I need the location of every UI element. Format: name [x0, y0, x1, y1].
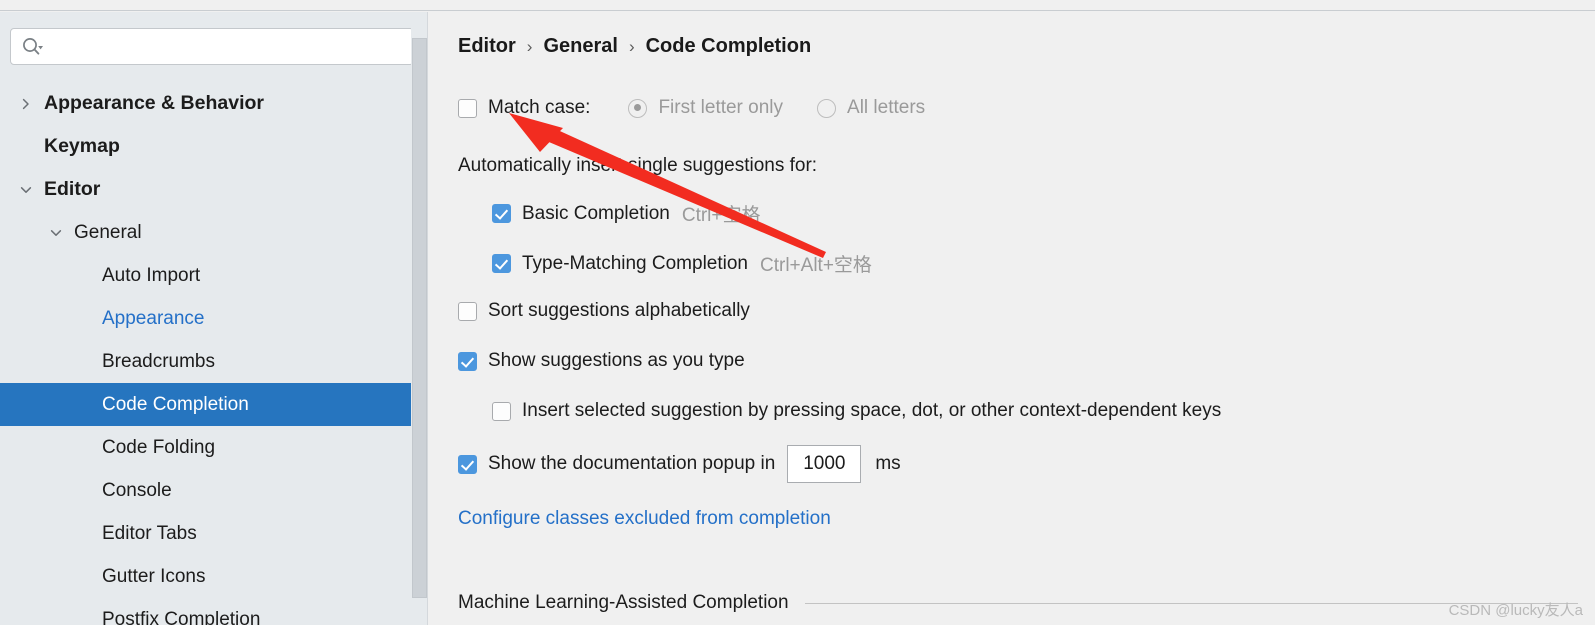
breadcrumb: Editor › General › Code Completion: [458, 35, 811, 58]
sidebar-item-label: Code Completion: [102, 393, 249, 415]
type-matching-completion-shortcut: Ctrl+Alt+空格: [760, 255, 872, 276]
radio-first-letter-only[interactable]: First letter only: [628, 97, 783, 119]
radio-all-letters-label: All letters: [847, 97, 926, 118]
doc-popup-delay-input[interactable]: [787, 445, 862, 483]
basic-completion-checkbox[interactable]: [492, 204, 511, 223]
breadcrumb-separator-2-icon: ›: [628, 36, 635, 56]
watermark: CSDN @lucky友人a: [1448, 602, 1583, 619]
sidebar-item-label: Appearance & Behavior: [44, 92, 264, 114]
settings-content-panel: Editor › General › Code Completion Match…: [428, 12, 1595, 625]
insert-selected-suggestion-row[interactable]: Insert selected suggestion by pressing s…: [492, 400, 1221, 422]
type-matching-completion-checkbox[interactable]: [492, 254, 511, 273]
sidebar-item-label: Console: [102, 479, 172, 501]
radio-first-letter-only-label: First letter only: [658, 97, 784, 118]
chevron-down-icon[interactable]: [18, 182, 34, 198]
doc-popup-checkbox[interactable]: [458, 454, 477, 474]
sidebar-item-appearance-behavior[interactable]: Appearance & Behavior: [0, 82, 428, 125]
sidebar-item-auto-import[interactable]: Auto Import: [0, 254, 428, 297]
insert-selected-suggestion-label: Insert selected suggestion by pressing s…: [522, 400, 1222, 421]
sidebar-item-code-folding[interactable]: Code Folding: [0, 426, 428, 469]
chevron-right-icon[interactable]: [18, 96, 34, 112]
type-matching-completion-label: Type-Matching Completion: [522, 252, 748, 274]
sort-alphabetically-label: Sort suggestions alphabetically: [488, 300, 750, 321]
sidebar-item-label: Breadcrumbs: [102, 350, 215, 372]
sidebar-item-label: Editor Tabs: [102, 522, 197, 544]
basic-completion-label: Basic Completion: [522, 202, 670, 224]
sidebar-item-editor-tabs[interactable]: Editor Tabs: [0, 512, 428, 555]
doc-popup-label: Show the documentation popup in: [488, 453, 776, 474]
sidebar-item-code-completion[interactable]: Code Completion: [0, 383, 428, 426]
sidebar-item-label: Appearance: [102, 307, 205, 329]
match-case-label: Match case:: [488, 97, 591, 118]
settings-sidebar: Appearance & Behavior Keymap Editor General…: [0, 12, 428, 625]
ml-section-title: Machine Learning-Assisted Completion: [458, 592, 789, 613]
chevron-down-icon[interactable]: [48, 225, 64, 241]
breadcrumb-separator-1-icon: ›: [526, 36, 533, 56]
sort-alphabetically-row[interactable]: Sort suggestions alphabetically: [458, 300, 750, 322]
radio-all-letters[interactable]: All letters: [817, 97, 925, 119]
sidebar-item-breadcrumbs[interactable]: Breadcrumbs: [0, 340, 428, 383]
sidebar-scrollbar-track[interactable]: [411, 25, 428, 625]
sidebar-item-postfix-completion[interactable]: Postfix Completion: [0, 598, 428, 625]
sidebar-item-editor[interactable]: Editor: [0, 168, 428, 211]
settings-dialog: Appearance & Behavior Keymap Editor General…: [0, 0, 1595, 625]
type-matching-completion-row[interactable]: Type-Matching Completion Ctrl+Alt+空格: [492, 250, 872, 277]
insert-selected-suggestion-checkbox[interactable]: [492, 401, 511, 421]
doc-popup-row: Show the documentation popup in ms: [458, 445, 901, 483]
ml-section-header: Machine Learning-Assisted Completion: [458, 592, 1578, 614]
sidebar-item-label: Keymap: [44, 135, 120, 157]
search-input[interactable]: [49, 38, 399, 55]
radio-first-letter-only-button[interactable]: [628, 98, 648, 118]
breadcrumb-editor[interactable]: Editor: [458, 35, 516, 58]
sidebar-item-label: Editor: [44, 178, 101, 200]
sidebar-item-console[interactable]: Console: [0, 469, 428, 512]
match-case-row: Match case: First letter only All letter…: [458, 97, 925, 119]
basic-completion-row[interactable]: Basic Completion Ctrl+空格: [492, 200, 761, 227]
radio-all-letters-button[interactable]: [817, 98, 837, 118]
sidebar-scrollbar-thumb[interactable]: [412, 38, 427, 598]
sidebar-item-label: Code Folding: [102, 436, 216, 458]
sidebar-item-label: Auto Import: [102, 264, 201, 286]
sidebar-item-appearance[interactable]: Appearance: [0, 297, 428, 340]
sidebar-item-label: General: [74, 221, 142, 243]
search-box[interactable]: [10, 28, 414, 65]
settings-tree: Appearance & Behavior Keymap Editor General…: [0, 82, 428, 625]
window-top-strip: [0, 0, 1595, 11]
auto-insert-section-label: Automatically insert single suggestions …: [458, 155, 818, 176]
sidebar-item-gutter-icons[interactable]: Gutter Icons: [0, 555, 428, 598]
match-case-checkbox[interactable]: [458, 98, 477, 118]
breadcrumb-code-completion: Code Completion: [645, 35, 812, 57]
basic-completion-shortcut: Ctrl+空格: [681, 205, 761, 226]
search-icon[interactable]: [22, 37, 43, 56]
sidebar-item-general[interactable]: General: [0, 211, 428, 254]
sidebar-item-label: Postfix Completion: [102, 608, 261, 625]
doc-popup-unit-label: ms: [875, 453, 901, 474]
show-as-you-type-label: Show suggestions as you type: [488, 350, 745, 371]
sort-alphabetically-checkbox[interactable]: [458, 301, 477, 321]
configure-excluded-classes-link[interactable]: Configure classes excluded from completi…: [458, 508, 831, 530]
show-as-you-type-row[interactable]: Show suggestions as you type: [458, 350, 745, 372]
sidebar-item-keymap[interactable]: Keymap: [0, 125, 428, 168]
breadcrumb-general[interactable]: General: [543, 35, 617, 58]
show-as-you-type-checkbox[interactable]: [458, 351, 477, 371]
sidebar-item-label: Gutter Icons: [102, 565, 206, 587]
